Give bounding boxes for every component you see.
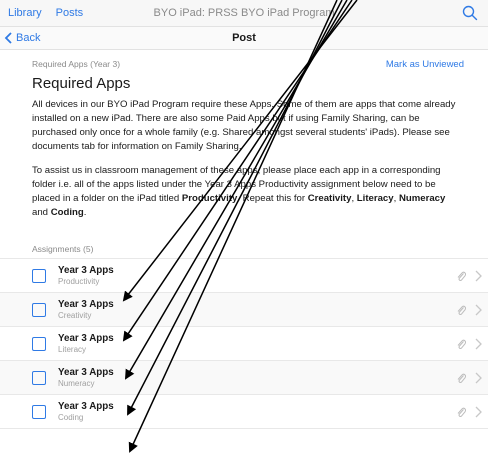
back-label: Back <box>16 32 41 44</box>
assignment-row[interactable]: Year 3 Apps Literacy <box>0 327 488 361</box>
assignment-checkbox[interactable] <box>32 336 46 351</box>
assignment-title: Year 3 Apps <box>58 265 114 276</box>
search-icon[interactable] <box>462 5 478 21</box>
paperclip-icon <box>457 373 466 384</box>
assignments-list: Year 3 Apps Productivity Year 3 Apps Creat… <box>0 258 488 429</box>
assignment-row[interactable]: Year 3 Apps Creativity <box>0 293 488 327</box>
mark-unviewed-button[interactable]: Mark as Unviewed <box>386 59 464 70</box>
assignment-title: Year 3 Apps <box>58 367 114 378</box>
assignment-subtitle: Productivity <box>58 277 100 286</box>
assignment-checkbox[interactable] <box>32 404 46 419</box>
assignment-title: Year 3 Apps <box>58 333 114 344</box>
assignment-row[interactable]: Year 3 Apps Numeracy <box>0 361 488 395</box>
assignment-checkbox[interactable] <box>32 268 46 283</box>
library-link[interactable]: Library <box>8 7 42 19</box>
assignment-subtitle: Numeracy <box>58 379 95 388</box>
post-paragraph-1: All devices in our BYO iPad Program requ… <box>32 99 456 152</box>
chevron-right-icon <box>475 406 482 418</box>
chevron-right-icon <box>475 372 482 384</box>
assignment-checkbox[interactable] <box>32 302 46 317</box>
breadcrumb: Required Apps (Year 3) <box>32 59 121 69</box>
paperclip-icon <box>457 305 466 316</box>
assignment-checkbox[interactable] <box>32 370 46 385</box>
nav-bar: Back Post <box>0 26 488 50</box>
post-heading: Required Apps <box>32 75 131 92</box>
page-title: Post <box>232 32 256 44</box>
assignments-header: Assignments (5) <box>32 244 94 254</box>
assignment-title: Year 3 Apps <box>58 401 114 412</box>
assignment-subtitle: Literacy <box>58 345 87 354</box>
chevron-right-icon <box>475 270 482 282</box>
top-bar: Library Posts BYO iPad: PRSS BYO iPad Pr… <box>0 0 488 26</box>
assignment-subtitle: Coding <box>58 413 84 422</box>
back-button[interactable]: Back <box>0 32 40 44</box>
post-subheader: Required Apps (Year 3) Mark as Unviewed <box>32 59 464 70</box>
assignment-subtitle: Creativity <box>58 311 92 320</box>
assignment-row[interactable]: Year 3 Apps Coding <box>0 395 488 429</box>
post-paragraph-2: To assist us in classroom management of … <box>32 165 446 218</box>
chevron-right-icon <box>475 338 482 350</box>
assignment-title: Year 3 Apps <box>58 299 114 310</box>
assignment-row[interactable]: Year 3 Apps Productivity <box>0 259 488 293</box>
chevron-left-icon <box>4 32 12 44</box>
posts-link[interactable]: Posts <box>56 7 84 19</box>
paperclip-icon <box>457 339 466 350</box>
chevron-right-icon <box>475 304 482 316</box>
paperclip-icon <box>457 407 466 418</box>
paperclip-icon <box>457 271 466 282</box>
post-content: Required Apps (Year 3) Mark as Unviewed … <box>0 59 488 220</box>
